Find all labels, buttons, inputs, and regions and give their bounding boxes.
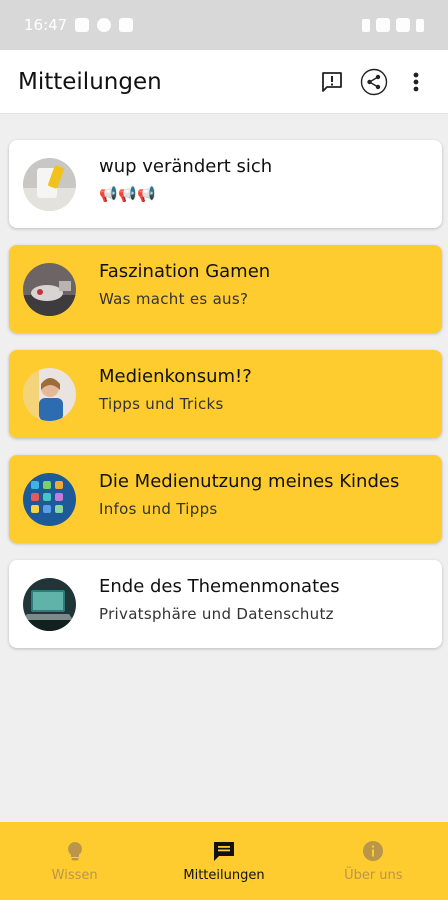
- feedback-icon: [322, 71, 342, 92]
- status-left: 16:47: [24, 16, 134, 34]
- notification-thumbnail: [23, 473, 76, 526]
- notification-thumbnail: [23, 263, 76, 316]
- more-options-button[interactable]: [402, 68, 430, 96]
- battery-icon: [416, 18, 424, 32]
- notification-subtitle: Infos und Tipps: [99, 500, 218, 518]
- notification-text: wup verändert sich 📢📢📢: [99, 156, 432, 203]
- page-title: Mitteilungen: [18, 68, 162, 95]
- notification-thumbnail: [23, 578, 76, 631]
- notification-title: Faszination Gamen: [99, 261, 271, 282]
- status-time: 16:47: [24, 16, 68, 34]
- notification-text: Faszination Gamen Was macht es aus?: [99, 261, 432, 308]
- notification-title: wup verändert sich: [99, 156, 273, 177]
- nav-label: Mitteilungen: [183, 867, 265, 883]
- notification-subtitle: Privatsphäre und Datenschutz: [99, 605, 334, 623]
- share-icon: [360, 68, 388, 95]
- more-vert-icon: [413, 72, 419, 91]
- app-bar-actions: [318, 68, 430, 96]
- nav-item-mitteilungen[interactable]: Mitteilungen: [149, 822, 298, 900]
- notification-text: Medienkonsum!? Tipps und Tricks: [99, 366, 432, 413]
- notification-thumbnail: [23, 158, 76, 211]
- nav-label: Über uns: [344, 867, 403, 883]
- notification-title: Medienkonsum!?: [99, 366, 252, 387]
- notification-text: Ende des Themenmonates Privatsphäre und …: [99, 576, 432, 623]
- message-icon: [213, 841, 234, 861]
- notification-card[interactable]: Faszination Gamen Was macht es aus?: [9, 245, 442, 333]
- notification-card[interactable]: Ende des Themenmonates Privatsphäre und …: [9, 560, 442, 648]
- nav-item-wissen[interactable]: Wissen: [0, 822, 149, 900]
- notification-card[interactable]: Medienkonsum!? Tipps und Tricks: [9, 350, 442, 438]
- notification-subtitle: 📢📢📢: [99, 185, 156, 203]
- info-icon: [363, 840, 384, 861]
- notification-subtitle: Was macht es aus?: [99, 290, 249, 308]
- app-bar: Mitteilungen: [0, 50, 448, 114]
- notification-card[interactable]: wup verändert sich 📢📢📢: [9, 140, 442, 228]
- nav-item-ueber-uns[interactable]: Über uns: [299, 822, 448, 900]
- nav-label: Wissen: [51, 867, 98, 883]
- mail-icon: [119, 18, 134, 32]
- notification-list: wup verändert sich 📢📢📢 Faszination Gamen…: [9, 140, 442, 665]
- notification-text: Die Medienutzung meines Kindes Infos und…: [99, 471, 432, 518]
- check-circle-icon: [97, 18, 112, 32]
- mute-icon: [362, 18, 370, 32]
- notification-card[interactable]: Die Medienutzung meines Kindes Infos und…: [9, 455, 442, 543]
- notification-title: Die Medienutzung meines Kindes: [99, 471, 400, 492]
- notification-thumbnail: [23, 368, 76, 421]
- bottom-navigation: Wissen Mitteilungen Über uns: [0, 822, 448, 900]
- lightbulb-icon: [67, 841, 82, 860]
- notification-title: Ende des Themenmonates: [99, 576, 340, 597]
- gallery-icon: [75, 18, 90, 32]
- share-button[interactable]: [360, 68, 388, 96]
- wifi-icon: [376, 18, 390, 32]
- notification-subtitle: Tipps und Tricks: [99, 395, 224, 413]
- feedback-button[interactable]: [318, 68, 346, 96]
- status-bar: 16:47: [0, 0, 448, 50]
- status-right: [362, 18, 424, 32]
- signal-icon: [396, 18, 410, 32]
